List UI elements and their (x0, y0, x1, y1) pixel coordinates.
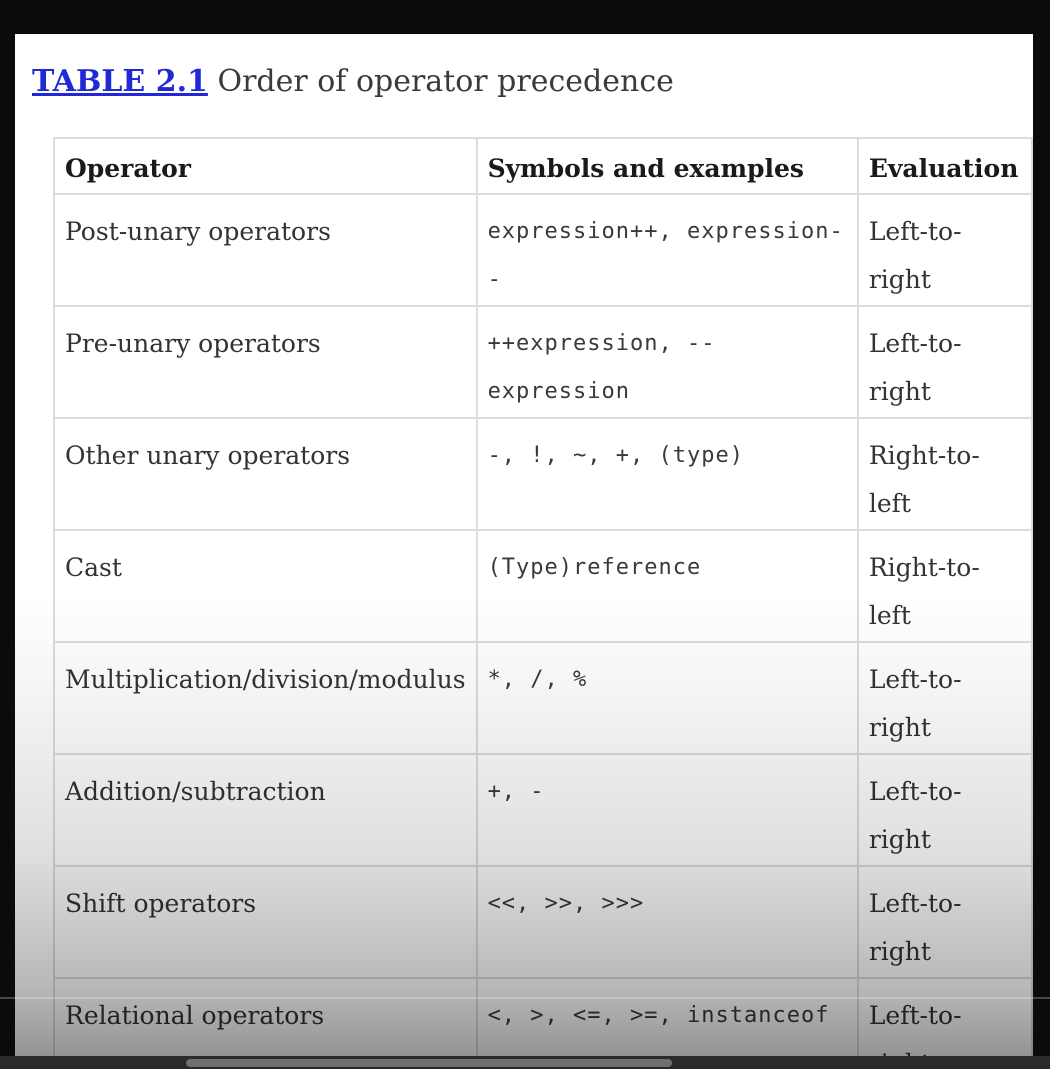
table-row: Relational operators <, >, <=, >=, insta… (53, 977, 1033, 1056)
symbols-cell: ++expression, --expression (475, 305, 859, 419)
evaluation-cell: Right-to-left (856, 417, 1033, 531)
symbols-cell: (Type)reference (475, 529, 859, 643)
table-row: Other unary operators -, !, ~, +, (type)… (53, 417, 1033, 531)
video-progress-line (0, 997, 1050, 999)
table-row: Multiplication/division/modulus *, /, % … (53, 641, 1033, 755)
table-row: Post-unary operators expression++, expre… (53, 193, 1033, 307)
evaluation-cell: Left-to-right (856, 305, 1033, 419)
table-title: Order of operator precedence (217, 64, 674, 99)
table-number-link[interactable]: TABLE 2.1 (32, 64, 208, 99)
header-evaluation: Evaluation (856, 137, 1033, 195)
table-row: Cast (Type)reference Right-to-left (53, 529, 1033, 643)
symbols-cell: expression++, expression-- (475, 193, 859, 307)
operator-cell: Relational operators (53, 977, 478, 1056)
table-row: Shift operators <<, >>, >>> Left-to-righ… (53, 865, 1033, 979)
document-page: TABLE 2.1 Order of operator precedence O… (15, 34, 1033, 1056)
table-row: Pre-unary operators ++expression, --expr… (53, 305, 1033, 419)
operator-cell: Other unary operators (53, 417, 478, 531)
operator-precedence-table: Operator Symbols and examples Evaluation… (53, 137, 1033, 1056)
table-row: Addition/subtraction +, - Left-to-right (53, 753, 1033, 867)
operator-cell: Multiplication/division/modulus (53, 641, 478, 755)
symbols-cell: <<, >>, >>> (475, 865, 859, 979)
symbols-cell: *, /, % (475, 641, 859, 755)
operator-cell: Shift operators (53, 865, 478, 979)
operator-cell: Addition/subtraction (53, 753, 478, 867)
operator-cell: Post-unary operators (53, 193, 478, 307)
symbols-cell: <, >, <=, >=, instanceof (475, 977, 859, 1056)
symbols-cell: +, - (475, 753, 859, 867)
evaluation-cell: Left-to-right (856, 865, 1033, 979)
header-symbols: Symbols and examples (475, 137, 859, 195)
table-caption: TABLE 2.1 Order of operator precedence (32, 64, 674, 99)
operator-cell: Pre-unary operators (53, 305, 478, 419)
header-operator: Operator (53, 137, 478, 195)
operator-cell: Cast (53, 529, 478, 643)
evaluation-cell: Left-to-right (856, 193, 1033, 307)
evaluation-cell: Right-to-left (856, 529, 1033, 643)
evaluation-cell: Left-to-right (856, 977, 1033, 1056)
symbols-cell: -, !, ~, +, (type) (475, 417, 859, 531)
scrollbar-thumb[interactable] (186, 1059, 672, 1067)
evaluation-cell: Left-to-right (856, 753, 1033, 867)
table-header-row: Operator Symbols and examples Evaluation (53, 137, 1033, 195)
evaluation-cell: Left-to-right (856, 641, 1033, 755)
